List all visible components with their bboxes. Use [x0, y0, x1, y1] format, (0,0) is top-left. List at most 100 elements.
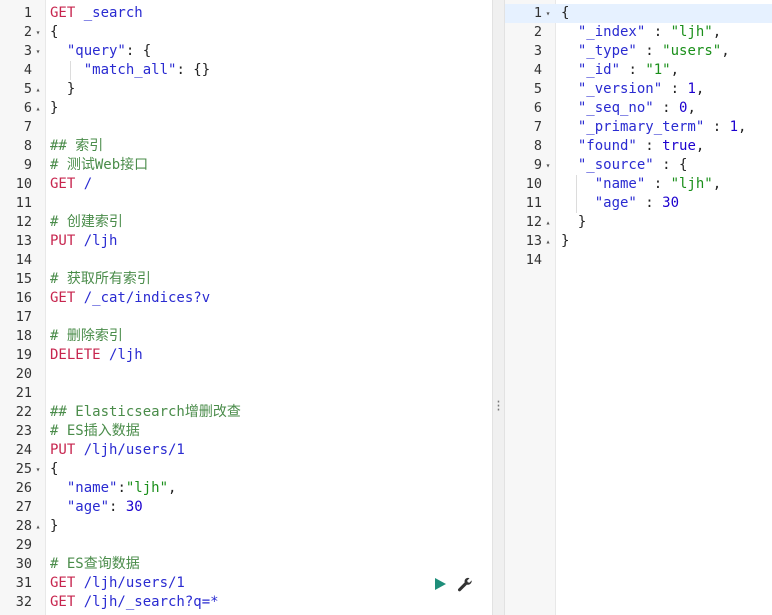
request-line: 27 "age": 30	[0, 498, 492, 517]
token-punct	[561, 81, 578, 97]
line-number: 11	[525, 195, 542, 211]
token-comment: ## Elasticsearch增删改查	[50, 404, 241, 420]
request-line: 2 ▾ {	[0, 23, 492, 42]
pane-splitter[interactable]: · · ·	[492, 0, 505, 615]
line-number: 12	[15, 214, 32, 230]
token-punct	[50, 43, 67, 59]
fold-collapse-icon[interactable]: ▾	[34, 42, 42, 61]
code-text: {	[561, 4, 569, 23]
line-number: 2	[533, 24, 542, 40]
token-method: GET	[50, 575, 84, 591]
fold-expand-icon[interactable]: ▴	[544, 213, 552, 232]
request-line: 5 ▴ }	[0, 80, 492, 99]
token-str: "users"	[662, 43, 722, 59]
request-line: 15 # 获取所有索引	[0, 270, 492, 289]
request-line: 24 PUT /ljh/users/1	[0, 441, 492, 460]
token-path: /	[83, 176, 93, 192]
code-text: "_type" : "users",	[561, 42, 730, 61]
line-number: 5	[533, 81, 542, 97]
token-num: 1	[729, 119, 739, 135]
token-punct: :	[636, 195, 663, 211]
token-punct	[50, 499, 67, 515]
token-punct: }	[50, 518, 59, 534]
token-key: "age"	[594, 195, 637, 211]
line-number: 13	[15, 233, 32, 249]
code-text: "_primary_term" : 1,	[561, 118, 747, 137]
token-punct: {	[50, 461, 59, 477]
response-line: 9 ▾ "_source" : {	[505, 156, 772, 175]
line-number: 13	[525, 233, 542, 249]
token-num: 30	[125, 499, 143, 515]
fold-expand-icon[interactable]: ▴	[34, 517, 42, 536]
token-punct: : {}	[176, 62, 211, 78]
wrench-icon[interactable]	[456, 576, 472, 592]
line-number: 31	[15, 575, 32, 591]
token-punct	[561, 43, 578, 59]
code-text: PUT /ljh/users/1	[50, 441, 185, 460]
line-number: 4	[23, 62, 32, 78]
response-line: 14	[505, 251, 772, 270]
token-str: "1"	[645, 62, 671, 78]
token-key: "query"	[66, 43, 126, 59]
token-punct: ,	[670, 62, 680, 78]
request-line: 18 # 删除索引	[0, 327, 492, 346]
token-method: GET	[50, 290, 84, 306]
token-comment: # ES插入数据	[50, 423, 140, 439]
code-text: ## 索引	[50, 137, 103, 156]
token-method: PUT	[50, 233, 84, 249]
line-number: 17	[15, 309, 32, 325]
token-punct: :	[645, 24, 671, 40]
play-icon[interactable]	[432, 576, 448, 592]
request-line: 9 # 测试Web接口	[0, 156, 492, 175]
fold-expand-icon[interactable]: ▴	[34, 99, 42, 118]
response-viewer: 1 ▾{2 "_index" : "ljh", 3 "_type" : "users…	[505, 0, 772, 615]
fold-collapse-icon[interactable]: ▾	[34, 23, 42, 42]
request-line: 21	[0, 384, 492, 403]
token-punct: :	[636, 138, 663, 154]
fold-expand-icon[interactable]: ▴	[544, 232, 552, 251]
token-punct: :	[704, 119, 730, 135]
request-line: 25 ▾ {	[0, 460, 492, 479]
response-line: 11 "age" : 30	[505, 194, 772, 213]
token-punct: ,	[738, 119, 747, 135]
indent-guide	[70, 61, 71, 80]
code-text: "found" : true,	[561, 137, 704, 156]
line-number: 4	[533, 62, 542, 78]
code-text: {	[50, 23, 58, 42]
line-number: 24	[15, 442, 32, 458]
fold-collapse-icon[interactable]: ▾	[544, 4, 552, 23]
token-key: "_source"	[577, 157, 654, 173]
response-line: 13 ▴}	[505, 232, 772, 251]
code-text: "match_all": {}	[50, 61, 210, 80]
token-punct: ,	[712, 176, 722, 192]
response-line: 1 ▾ {	[505, 4, 772, 23]
line-number: 8	[23, 138, 32, 154]
line-number: 11	[15, 195, 32, 211]
token-str: "ljh"	[670, 24, 713, 40]
token-path: /ljh	[83, 233, 118, 249]
fold-expand-icon[interactable]: ▴	[34, 80, 42, 99]
line-number: 15	[15, 271, 32, 287]
code-text: }	[50, 80, 75, 99]
token-num: 30	[662, 195, 680, 211]
token-comment: # 获取所有索引	[50, 271, 151, 287]
code-text: GET /ljh/users/1	[50, 574, 185, 593]
token-comment: # 删除索引	[50, 328, 123, 344]
request-editor[interactable]: 1 GET _search 2 ▾{3 ▾ "query": {4 "match_all…	[0, 0, 492, 615]
line-number: 18	[15, 328, 32, 344]
code-text: ## Elasticsearch增删改查	[50, 403, 241, 422]
fold-collapse-icon[interactable]: ▾	[544, 156, 552, 175]
vertical-dots-icon[interactable]: · · ·	[493, 396, 504, 416]
request-line: 3 ▾ "query": {	[0, 42, 492, 61]
response-line: 8 "found" : true,	[505, 137, 772, 156]
fold-collapse-icon[interactable]: ▾	[34, 460, 42, 479]
request-lines[interactable]: 1 GET _search 2 ▾{3 ▾ "query": {4 "match_all…	[0, 4, 492, 612]
line-number: 16	[15, 290, 32, 306]
request-line: 22 ## Elasticsearch增删改查	[0, 403, 492, 422]
line-number: 21	[15, 385, 32, 401]
line-number: 29	[15, 537, 32, 553]
code-text: "_index" : "ljh",	[561, 23, 721, 42]
token-path: /_cat/indices?v	[83, 290, 211, 306]
token-punct	[561, 157, 578, 173]
token-punct: {	[50, 24, 59, 40]
